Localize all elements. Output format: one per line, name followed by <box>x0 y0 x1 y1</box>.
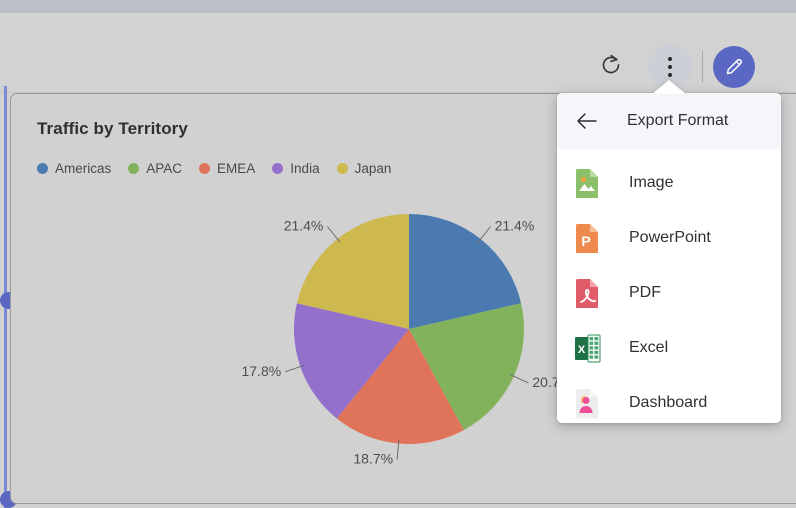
export-menu-item-label: PDF <box>629 283 661 301</box>
export-format-menu: Export Format Image P PowerPoint PDF X E… <box>557 93 781 423</box>
pie-slice-label-emea: 18.7% <box>353 451 393 467</box>
legend-item-japan[interactable]: Japan <box>336 161 392 176</box>
pie-label-leader <box>327 226 341 243</box>
legend-item-americas[interactable]: Americas <box>37 161 111 176</box>
window-top-band <box>0 0 796 13</box>
export-menu-list: Image P PowerPoint PDF X Excel Dashboard <box>557 149 781 423</box>
legend-item-india[interactable]: India <box>272 161 320 176</box>
export-menu-item-powerpoint[interactable]: P PowerPoint <box>557 210 781 265</box>
export-menu-item-dashboard[interactable]: Dashboard <box>557 375 781 423</box>
pie-slice-label-japan: 21.4% <box>284 218 324 234</box>
more-vertical-icon <box>668 57 672 61</box>
image-file-icon <box>574 168 602 198</box>
pie-label-leader <box>477 226 491 243</box>
export-menu-item-label: Dashboard <box>629 393 708 411</box>
powerpoint-file-icon: P <box>574 223 602 253</box>
export-menu-title: Export Format <box>627 112 729 129</box>
menu-caret <box>652 80 686 94</box>
pencil-icon <box>726 59 742 75</box>
toolbar-divider <box>702 51 703 83</box>
svg-text:X: X <box>578 344 586 356</box>
chart-legend: Americas APAC EMEA India Japan <box>37 161 391 176</box>
export-menu-item-image[interactable]: Image <box>557 155 781 210</box>
export-menu-item-label: Excel <box>629 338 669 356</box>
export-menu-item-excel[interactable]: X Excel <box>557 320 781 375</box>
more-vertical-icon <box>668 73 672 77</box>
legend-item-label: Americas <box>55 161 112 176</box>
pie-slice-label-india: 17.8% <box>241 363 281 379</box>
pie-slice-label-americas: 21.4% <box>495 218 535 234</box>
svg-text:P: P <box>581 233 590 249</box>
legend-item-label: APAC <box>146 161 183 176</box>
pdf-file-icon <box>574 278 602 308</box>
page-title: Traffic by Territory <box>37 119 188 138</box>
excel-file-icon: X <box>574 333 602 363</box>
legend-item-apac[interactable]: APAC <box>128 161 182 176</box>
arrow-left-icon <box>573 112 601 130</box>
export-menu-item-label: PowerPoint <box>629 228 711 246</box>
legend-item-emea[interactable]: EMEA <box>199 161 255 176</box>
edit-button[interactable] <box>713 46 755 88</box>
legend-swatch-icon <box>199 163 211 174</box>
export-menu-item-pdf[interactable]: PDF <box>557 265 781 320</box>
export-menu-header[interactable]: Export Format <box>557 93 781 149</box>
pie-label-leader <box>509 374 529 384</box>
legend-item-label: Japan <box>354 161 392 176</box>
refresh-button[interactable] <box>592 46 630 84</box>
app-root: Traffic by Territory Americas APAC EMEA Ind… <box>0 0 796 508</box>
more-vertical-icon <box>668 65 672 69</box>
legend-item-label: India <box>290 161 320 176</box>
legend-swatch-icon <box>336 163 348 174</box>
legend-swatch-icon <box>128 163 140 174</box>
legend-item-label: EMEA <box>217 161 256 176</box>
dashboard-file-icon <box>574 388 602 418</box>
export-menu-item-label: Image <box>629 173 674 191</box>
legend-swatch-icon <box>272 163 284 174</box>
refresh-icon <box>602 54 620 74</box>
legend-swatch-icon <box>37 163 48 174</box>
